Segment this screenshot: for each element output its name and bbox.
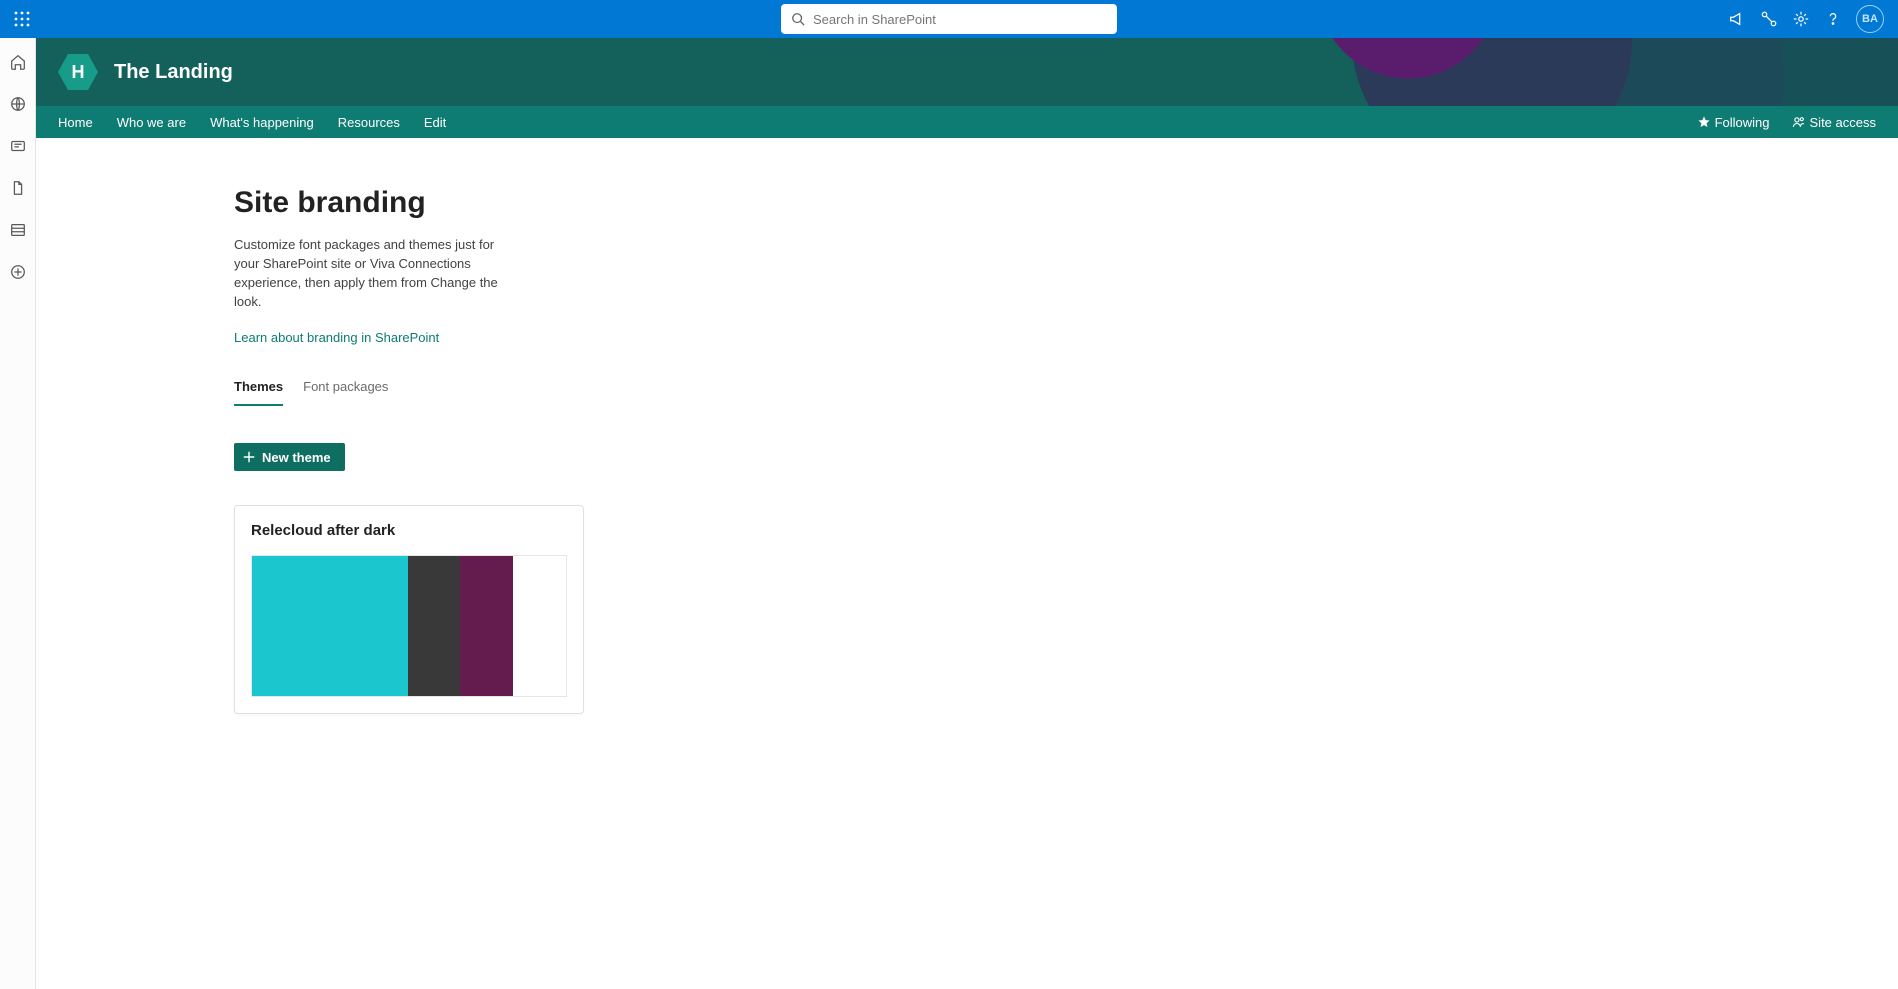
avatar[interactable]: BA — [1856, 5, 1884, 33]
swatch-3 — [460, 556, 512, 696]
site-access-button[interactable]: Site access — [1792, 115, 1876, 130]
new-theme-label: New theme — [262, 450, 331, 465]
rail-home-icon[interactable] — [6, 50, 30, 74]
settings-icon[interactable] — [1792, 10, 1810, 28]
swatch-1 — [252, 556, 408, 696]
search-icon — [791, 12, 805, 26]
theme-swatches — [251, 555, 567, 697]
flow-icon[interactable] — [1760, 10, 1778, 28]
site-title[interactable]: The Landing — [114, 61, 233, 84]
swatch-2 — [408, 556, 460, 696]
learn-link[interactable]: Learn about branding in SharePoint — [234, 330, 439, 345]
left-rail — [0, 38, 36, 989]
page-title: Site branding — [234, 186, 1898, 220]
people-icon — [1792, 115, 1806, 129]
site-logo[interactable]: H — [58, 52, 98, 92]
tab-themes[interactable]: Themes — [234, 379, 283, 406]
page-description: Customize font packages and themes just … — [234, 236, 514, 311]
search-input[interactable] — [813, 12, 1107, 27]
nav-whats-happening[interactable]: What's happening — [210, 115, 314, 130]
theme-card-title: Relecloud after dark — [251, 522, 567, 539]
megaphone-icon[interactable] — [1728, 10, 1746, 28]
nav-edit[interactable]: Edit — [424, 115, 446, 130]
search-box[interactable] — [781, 4, 1117, 34]
rail-list-icon[interactable] — [6, 218, 30, 242]
following-button[interactable]: Following — [1697, 115, 1770, 130]
help-icon[interactable] — [1824, 10, 1842, 28]
plus-icon — [242, 450, 256, 464]
site-nav: Home Who we are What's happening Resourc… — [36, 106, 1898, 138]
theme-card[interactable]: Relecloud after dark — [234, 505, 584, 714]
tabs: Themes Font packages — [234, 379, 1898, 407]
following-label: Following — [1715, 115, 1770, 130]
swatch-4 — [513, 556, 566, 696]
app-launcher-icon[interactable] — [8, 5, 36, 33]
nav-resources[interactable]: Resources — [338, 115, 400, 130]
nav-who-we-are[interactable]: Who we are — [117, 115, 186, 130]
star-icon — [1697, 115, 1711, 129]
new-theme-button[interactable]: New theme — [234, 443, 345, 471]
rail-news-icon[interactable] — [6, 134, 30, 158]
site-access-label: Site access — [1810, 115, 1876, 130]
rail-file-icon[interactable] — [6, 176, 30, 200]
nav-home[interactable]: Home — [58, 115, 93, 130]
site-header: H The Landing — [36, 38, 1898, 106]
rail-globe-icon[interactable] — [6, 92, 30, 116]
rail-add-icon[interactable] — [6, 260, 30, 284]
tab-font-packages[interactable]: Font packages — [303, 379, 388, 406]
